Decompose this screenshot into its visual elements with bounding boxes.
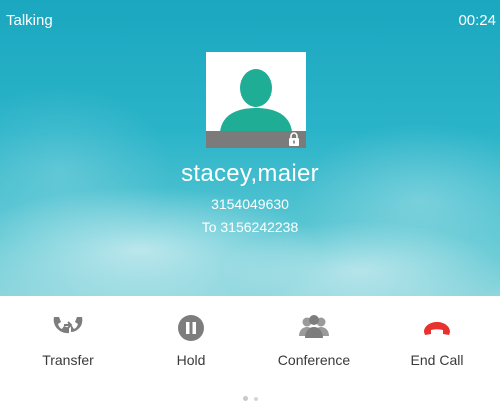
conference-label: Conference [277, 352, 351, 368]
hold-label: Hold [176, 352, 206, 368]
softkey-bar: Transfer Hold Conference End Call [0, 296, 500, 409]
transfer-label: Transfer [42, 352, 94, 368]
end-call-label: End Call [410, 352, 464, 368]
page-indicator [0, 396, 500, 401]
call-screen: Talking 00:24 stacey,maier 3154049630 To… [0, 0, 500, 296]
transfer-button[interactable]: Transfer [18, 314, 118, 374]
caller-number: 3154049630 [211, 196, 289, 212]
page-dot-active[interactable] [242, 396, 248, 401]
end-call-icon [424, 322, 450, 335]
call-status-label: Talking [6, 12, 53, 29]
dialed-number: To 3156242238 [201, 219, 299, 235]
transfer-icon [53, 317, 83, 334]
hold-icon [178, 315, 204, 341]
hold-button[interactable]: Hold [141, 314, 241, 374]
page-dot[interactable] [253, 397, 258, 401]
lock-badge [206, 131, 306, 148]
caller-name: stacey,maier [181, 160, 319, 187]
conference-button[interactable]: Conference [264, 314, 364, 374]
lock-icon [289, 132, 299, 146]
contact-avatar [206, 52, 306, 148]
call-timer: 00:24 [458, 12, 496, 29]
end-call-button[interactable]: End Call [387, 314, 487, 374]
conference-icon [299, 315, 329, 338]
